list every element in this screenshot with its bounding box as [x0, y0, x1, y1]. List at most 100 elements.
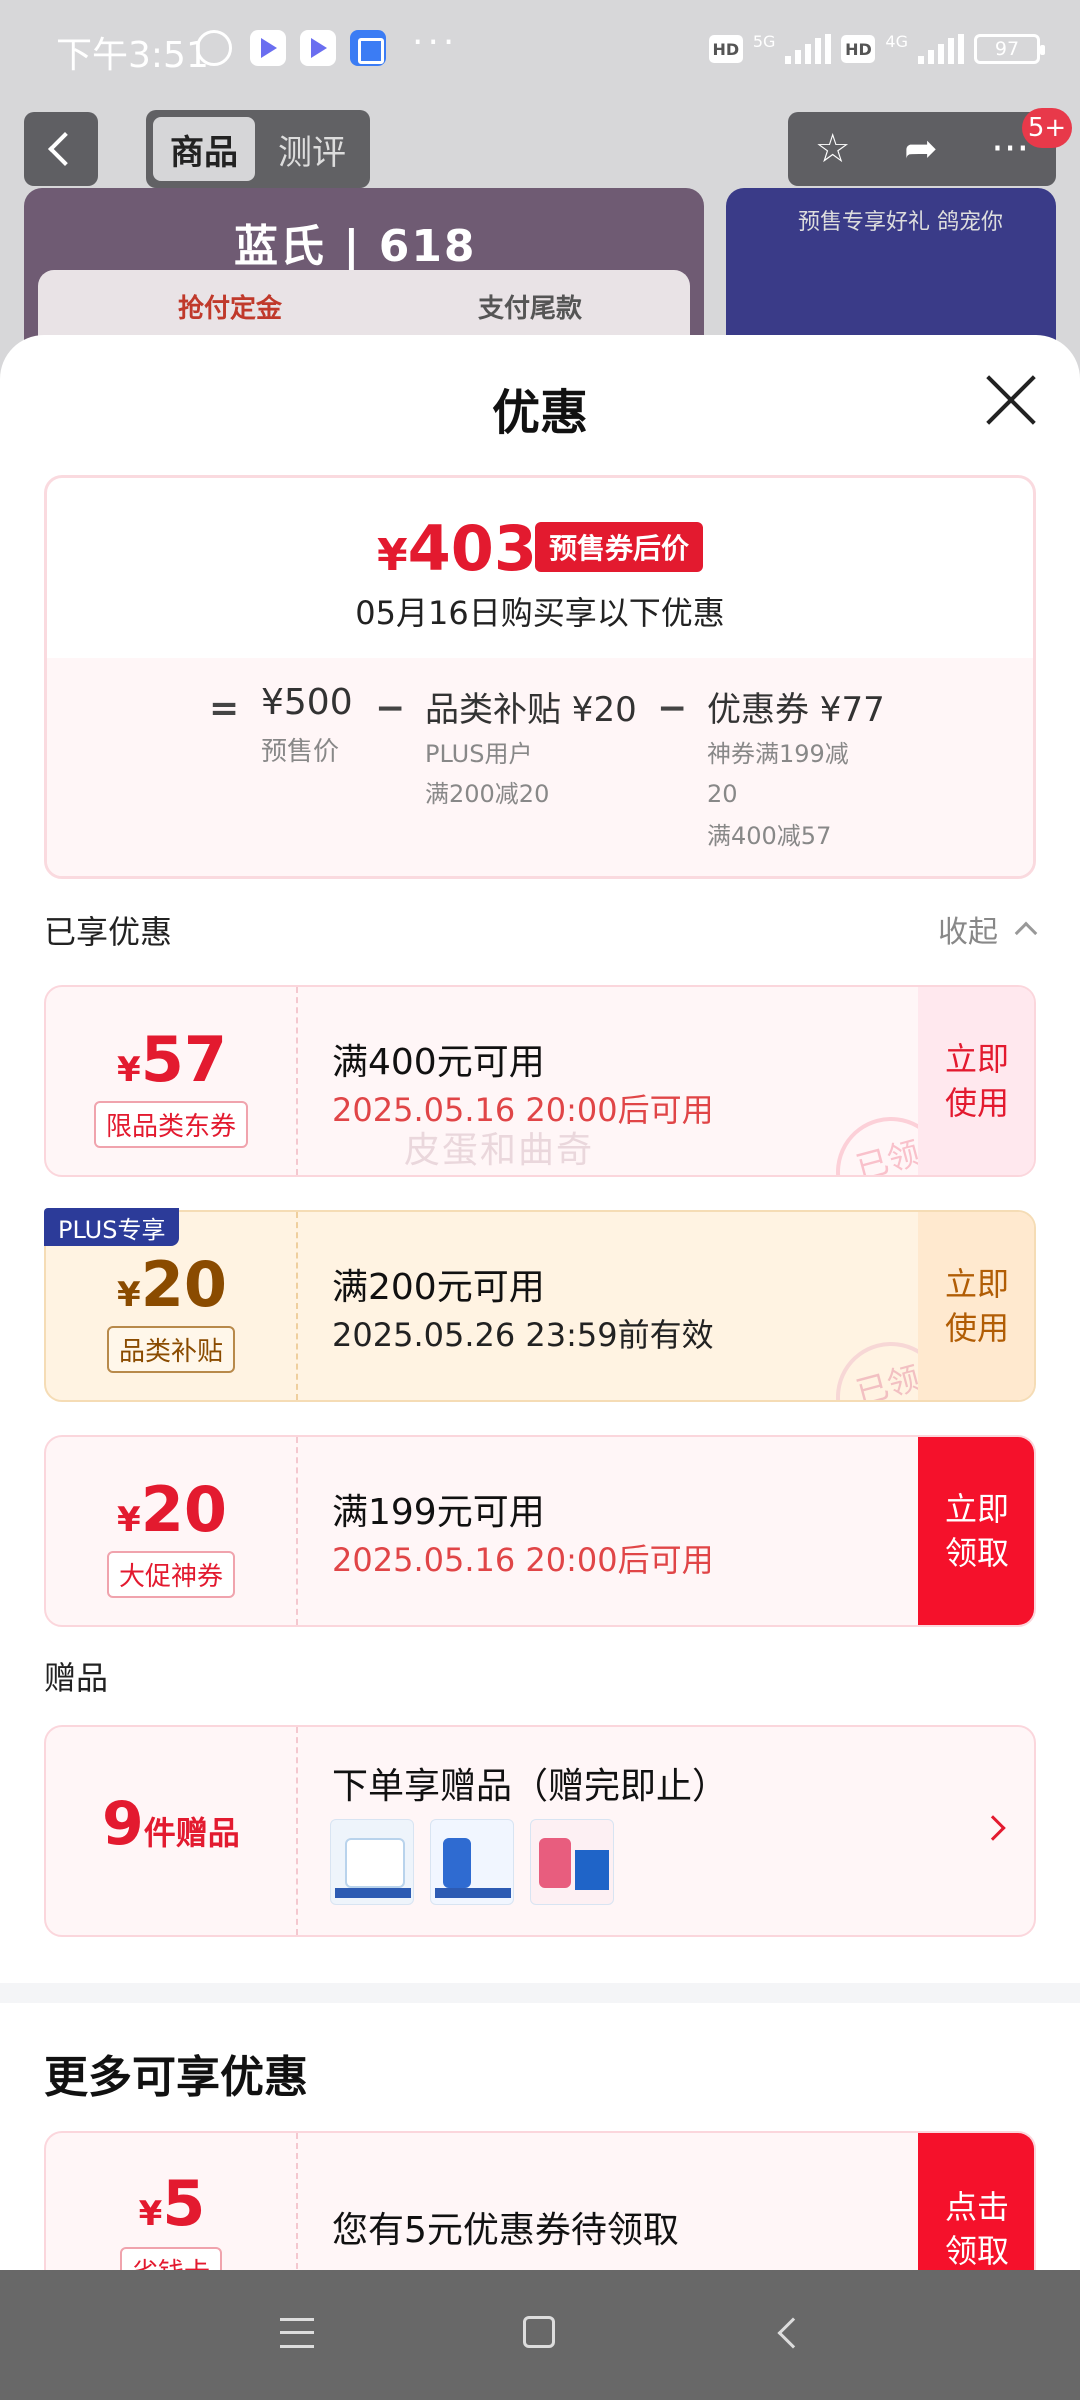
more-discounts-title: 更多可享优惠: [44, 2052, 308, 2103]
coupon-type-badge: 省钱卡: [119, 2247, 223, 2270]
coupon-value-panel: ¥5 省钱卡: [46, 2133, 298, 2270]
claim-button[interactable]: 点击 领取: [918, 2133, 1034, 2270]
watermark: 皮蛋和曲奇: [404, 1130, 595, 1171]
back-nav-icon[interactable]: [777, 2317, 809, 2349]
home-icon[interactable]: [523, 2316, 555, 2348]
use-now-button[interactable]: 立即 使用: [918, 987, 1034, 1175]
enjoyed-discounts-label: 已享优惠: [44, 913, 173, 951]
tab-product[interactable]: 商品: [153, 117, 255, 181]
coupon-value: 20: [140, 1248, 227, 1321]
coupon-value: 20: [140, 1473, 227, 1546]
network-4g-label: 4G: [885, 31, 908, 51]
layers-app-icon: [350, 30, 386, 66]
section-divider: [0, 1983, 1080, 2003]
gift-card[interactable]: 9件赠品 下单享赠品（赠完即止）: [44, 1725, 1036, 1937]
coupon-condition: 满400元可用: [332, 1042, 545, 1083]
gift-count-label: 件赠品: [143, 1814, 240, 1852]
banner-tab-deposit: 抢付定金: [178, 294, 283, 324]
gift-count-panel: 9件赠品: [46, 1727, 298, 1935]
coupon-total: 优惠券 ¥77: [707, 690, 885, 730]
more-notifications-icon: ···: [412, 22, 459, 63]
hd-icon: HD: [708, 35, 743, 63]
collapse-button[interactable]: 收起: [938, 907, 998, 951]
coupon-type-badge: 限品类东券: [93, 1101, 249, 1148]
coupon-rule-2: 满400减57: [707, 822, 832, 850]
coupon-currency: ¥: [117, 1275, 141, 1315]
gift-thumbnail: [530, 1819, 614, 1905]
chevron-up-icon[interactable]: [1014, 921, 1038, 945]
hd-icon-2: HD: [841, 35, 876, 63]
gift-count-value: 9: [102, 1789, 144, 1859]
coupon-rule-1-cont: 20: [707, 780, 738, 808]
close-icon[interactable]: [980, 369, 1042, 431]
gift-thumbnail: [430, 1819, 514, 1905]
coupon-currency: ¥: [117, 1500, 141, 1540]
plus-exclusive-badge: PLUS专享: [44, 1208, 180, 1246]
coupon-condition: 您有5元优惠券待领取: [332, 2210, 679, 2251]
coupon-validity: 2025.05.16 20:00后可用: [332, 1541, 714, 1579]
message-badge: 5+: [1022, 108, 1072, 148]
status-indicators: HD 5G HD 4G 97: [708, 26, 1045, 72]
coupon-rule-1: 神券满199减: [707, 740, 849, 768]
gift-title: 下单享赠品（赠完即止）: [332, 1766, 729, 1807]
presale-price: ¥500: [261, 682, 353, 723]
banner-tab-balance: 支付尾款: [478, 294, 583, 324]
purchase-date-note: 05月16日购买享以下优惠: [355, 594, 725, 632]
use-now-button[interactable]: 立即 使用: [918, 1212, 1034, 1400]
presale-price-label: 预售价: [261, 737, 340, 767]
coupon-value: 57: [140, 1023, 227, 1096]
presale-price-badge: 预售券后价: [535, 522, 704, 572]
coupon-type-badge: 品类补贴: [106, 1326, 236, 1373]
signal-icon: [785, 34, 832, 64]
coupon-amount: ¥5: [46, 2167, 298, 2240]
coupon-currency: ¥: [138, 2194, 163, 2234]
play-store-icon: [250, 30, 286, 66]
gifts-label: 赠品: [44, 1659, 109, 1697]
price-value: 403: [407, 512, 538, 585]
status-time: 下午3:51: [56, 35, 209, 76]
category-subsidy: 品类补贴 ¥20: [425, 690, 637, 730]
minus-sign-2: −: [657, 688, 688, 729]
coupon-currency: ¥: [117, 1050, 141, 1090]
coupon-type-badge: 大促神券: [106, 1551, 236, 1598]
favorite-icon[interactable]: ☆: [815, 126, 851, 172]
coupon-amount: ¥57: [46, 1023, 298, 1096]
chevron-right-icon[interactable]: [980, 1815, 1006, 1841]
claim-now-button[interactable]: 立即 领取: [918, 1437, 1034, 1625]
signal-icon-2: [918, 34, 964, 64]
coupon-card-subsidy: ¥20 品类补贴 满200元可用 2025.05.26 23:59前有效 已领 …: [44, 1210, 1036, 1402]
brand-name: 蓝氏 | 618: [234, 221, 477, 272]
video-app-icon: [300, 30, 336, 66]
price-currency: ¥: [377, 530, 408, 581]
minus-sign: −: [375, 688, 406, 729]
coupon-card-savings: ¥5 省钱卡 您有5元优惠券待领取 点击领取: [44, 2131, 1036, 2270]
coupon-condition: 满200元可用: [332, 1267, 545, 1308]
coupon-value-panel: ¥20 大促神券: [46, 1437, 298, 1625]
subsidy-rule: 满200减20: [425, 780, 550, 808]
coupon-card-promo: ¥20 大促神券 满199元可用 2025.05.16 20:00后可用 立即领…: [44, 1435, 1036, 1627]
tab-review[interactable]: 测评: [261, 117, 363, 181]
network-5g-label: 5G: [752, 31, 776, 51]
share-icon[interactable]: ➦: [904, 126, 938, 172]
coupon-amount: ¥20: [46, 1473, 298, 1546]
sheet-title: 优惠: [491, 385, 588, 441]
gift-thumbnails: [330, 1819, 614, 1905]
coupon-amount: ¥20: [46, 1248, 298, 1321]
status-bar: 下午3:51 ··· HD 5G HD 4G 97: [0, 0, 1080, 100]
system-nav-bar: [0, 2270, 1080, 2400]
subsidy-user-note: PLUS用户: [425, 740, 533, 768]
price-summary: ¥403 预售券后价 05月16日购买享以下优惠 = ¥500 预售价 − 品类…: [44, 475, 1036, 879]
gift-count: 9件赠品: [102, 1789, 240, 1859]
recent-apps-icon[interactable]: [280, 2318, 314, 2348]
presale-banner-text: 预售专享好礼 鸽宠你: [798, 210, 1003, 235]
coupon-validity: 2025.05.26 23:59前有效: [332, 1316, 714, 1354]
gift-thumbnail: [330, 1819, 414, 1905]
back-icon[interactable]: [24, 112, 98, 186]
coupon-value: 5: [162, 2167, 206, 2240]
equals-sign: =: [209, 688, 240, 729]
coupon-condition: 满199元可用: [332, 1492, 545, 1533]
coupon-value-panel: ¥57 限品类东券: [46, 987, 298, 1175]
discount-sheet: 优惠 ¥403 预售券后价 05月16日购买享以下优惠 = ¥500 预售价 −…: [0, 335, 1080, 2270]
product-tabs: 商品 测评: [146, 110, 370, 188]
top-actions: ☆ ➦ ···: [788, 112, 1056, 186]
